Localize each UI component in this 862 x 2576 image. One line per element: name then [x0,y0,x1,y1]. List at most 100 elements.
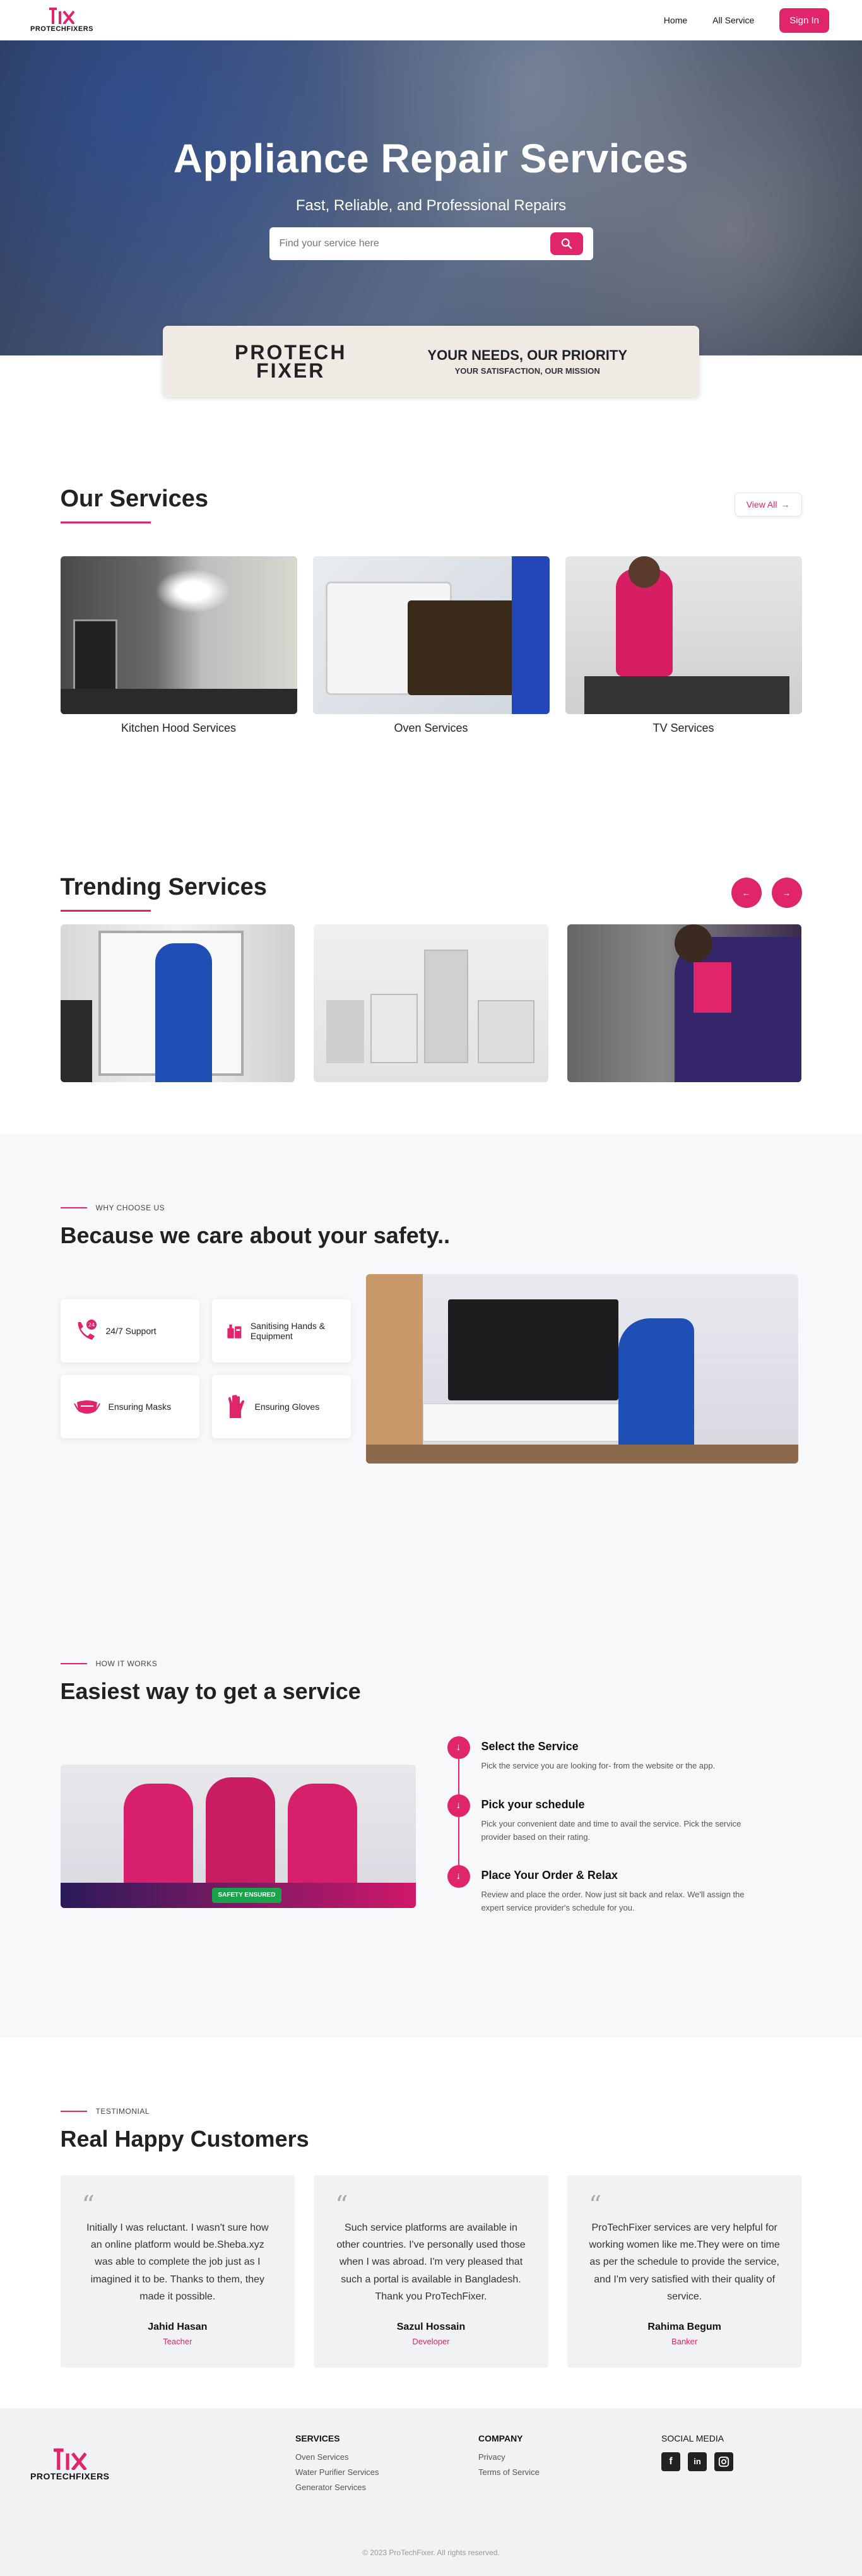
testimonial-role: Teacher [163,2336,192,2346]
footer-social-col: SOCIAL MEDIA f in [661,2433,733,2477]
search-button[interactable] [550,232,583,255]
promo-banner: PROTECH FIXER YOUR NEEDS, OUR PRIORITY Y… [163,326,699,397]
footer-company-title: COMPANY [478,2433,523,2443]
arrow-right-icon: → [781,499,790,510]
testimonial-name: Sazul Hossain [396,2321,466,2332]
testimonial-title: Real Happy Customers [60,2125,309,2152]
why-eyebrow: WHY CHOOSE US [61,1203,802,1212]
feature-sanitising: Sanitising Hands & Equipment [211,1299,351,1363]
hero-section: Appliance Repair Services Fast, Reliable… [0,40,862,355]
footer-link-generator[interactable]: Generator Services [295,2483,478,2492]
testimonial-card: “ Such service platforms are available i… [314,2174,548,2368]
step-title: Place Your Order & Relax [481,1869,618,1882]
service-card-kitchen-hood[interactable]: Kitchen Hood Services [60,556,297,735]
our-services-section: Our Services View All → Kitchen Hood Ser… [0,397,862,735]
carousel-prev-button[interactable]: ← [731,878,762,908]
nav-home-link[interactable]: Home [664,15,687,25]
feature-label: Sanitising Hands & Equipment [250,1321,326,1341]
view-all-label: View All [746,499,777,510]
banner-tagline-1: YOUR NEEDS, OUR PRIORITY [427,347,627,363]
arrow-left-icon: ← [741,888,751,898]
service-card-label: Kitchen Hood Services [121,722,237,734]
step-item: ↓ Place Your Order & Relax Review and pl… [447,1865,802,1936]
instagram-icon[interactable] [714,2452,733,2471]
phone-24-icon: 24 [78,1320,97,1340]
feature-label: Ensuring Gloves [254,1402,320,1412]
footer-link-water-purifier[interactable]: Water Purifier Services [295,2467,478,2477]
quote-icon: “ [335,2190,348,2220]
sanitizer-icon [227,1324,241,1339]
feature-label: Ensuring Masks [108,1402,172,1412]
testimonial-text: Such service platforms are available in … [336,2222,526,2302]
testimonial-card: “ Initially I was reluctant. I wasn't su… [60,2174,295,2368]
logo-mark-icon [53,2448,86,2470]
logo[interactable]: PROTECHFIXERS [30,8,93,33]
facebook-icon[interactable]: f [661,2452,680,2471]
technician-repair-image [567,924,802,1082]
glove-icon [228,1395,244,1418]
trending-card-technician[interactable] [567,924,802,1082]
sign-in-button[interactable]: Sign In [779,8,829,33]
arrow-down-icon: ↓ [447,1865,470,1888]
features-grid: 24 24/7 Support Sanitising Hands & Equip… [60,1299,351,1438]
feature-gloves: Ensuring Gloves [211,1375,351,1438]
step-text: Pick the service you are looking for- fr… [481,1761,716,1770]
hero-subtitle: Fast, Reliable, and Professional Repairs [295,197,567,214]
footer: PROTECHFIXERS SERVICES Oven Services Wat… [0,2407,862,2576]
services-title: Our Services [60,486,208,512]
footer-logo[interactable]: PROTECHFIXERS [30,2448,295,2481]
nav-links: Home All Service Sign In [664,8,829,33]
step-text: Pick your convenient date and time to av… [481,1818,741,1842]
testimonial-role: Developer [412,2336,450,2346]
step-text: Review and place the order. Now just sit… [481,1890,745,1913]
top-navbar: PROTECHFIXERS Home All Service Sign In [0,0,862,40]
quote-icon: “ [588,2190,602,2220]
service-card-oven[interactable]: Oven Services [312,556,550,735]
kitchen-hood-image [60,556,297,714]
logo-text: PROTECHFIXERS [30,25,94,33]
oven-repair-image [312,556,550,714]
step-item: ↓ Pick your schedule Pick your convenien… [447,1794,802,1866]
banner-tagline: YOUR NEEDS, OUR PRIORITY YOUR SATISFACTI… [427,347,627,376]
search-icon [561,238,572,249]
banner-tagline-2: YOUR SATISFACTION, OUR MISSION [454,366,600,376]
refrigerator-repair-image [60,924,295,1082]
why-choose-us-section: WHY CHOOSE US Because we care about your… [0,1134,862,1552]
testimonial-eyebrow: TESTIMONIAL [61,2107,802,2116]
service-card-label: Oven Services [394,722,468,734]
testimonial-name: Rahima Begum [647,2321,721,2332]
footer-logo-text: PROTECHFIXERS [30,2471,110,2481]
safety-badge: SAFETY ENSURED [211,1887,282,1903]
service-card-tv[interactable]: TV Services [565,556,802,735]
steps-list: ↓ Select the Service Pick the service yo… [447,1736,802,1936]
trending-card-refrigerator[interactable] [60,924,295,1082]
banner-brand-line2: FIXER [256,359,326,382]
testimonial-text: Initially I was reluctant. I wasn't sure… [86,2222,269,2302]
nav-all-service-link[interactable]: All Service [712,15,754,25]
how-it-works-section: HOW IT WORKS Easiest way to get a servic… [0,1552,862,2037]
footer-link-privacy[interactable]: Privacy [478,2452,661,2462]
footer-services-col: SERVICES Oven Services Water Purifier Se… [295,2433,478,2498]
view-all-button[interactable]: View All → [734,492,802,516]
footer-company-col: COMPANY Privacy Terms of Service [478,2433,661,2483]
testimonial-section: TESTIMONIAL Real Happy Customers “ Initi… [0,2037,862,2408]
linkedin-icon[interactable]: in [688,2452,707,2471]
svg-text:24: 24 [88,1322,94,1328]
feature-label: 24/7 Support [105,1326,156,1336]
footer-link-terms[interactable]: Terms of Service [478,2467,661,2477]
why-title: Because we care about your safety.. [60,1222,451,1248]
arrow-down-icon: ↓ [447,1794,470,1817]
search-input[interactable] [279,238,532,249]
title-underline [60,522,151,523]
tv-repair-image [565,556,802,714]
step-title: Pick your schedule [481,1798,585,1811]
mask-icon [73,1400,100,1414]
carousel-next-button[interactable]: → [771,878,802,908]
testimonial-name: Jahid Hasan [148,2321,208,2332]
carousel-controls: ← → [731,878,802,908]
footer-link-oven[interactable]: Oven Services [295,2452,478,2462]
title-underline [60,910,151,912]
trending-card-appliances[interactable] [314,924,548,1082]
hero-title: Appliance Repair Services [173,136,689,181]
technicians-team-image: SAFETY ENSURED [60,1764,416,1908]
